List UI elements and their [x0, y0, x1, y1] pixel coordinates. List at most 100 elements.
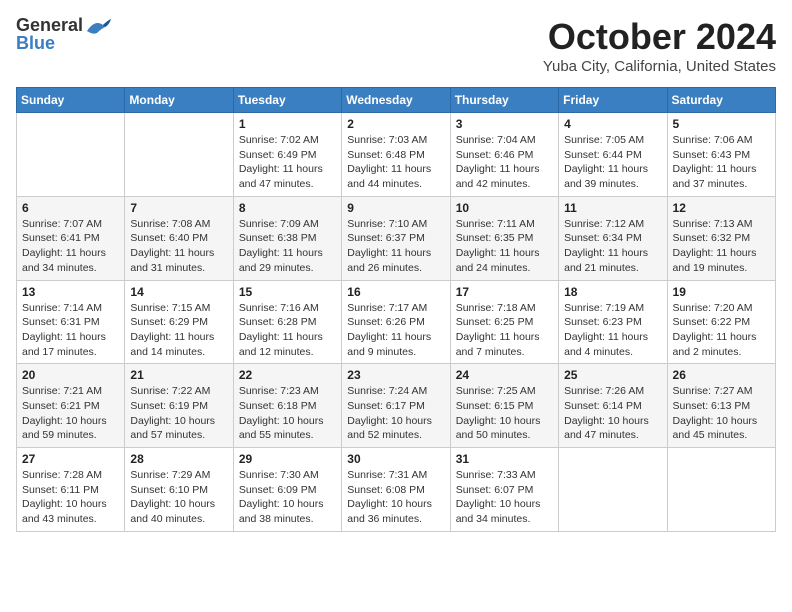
day-number: 13 [22, 285, 119, 299]
calendar-cell: 17 Sunrise: 7:18 AMSunset: 6:25 PMDayligh… [450, 280, 558, 364]
day-info: Sunrise: 7:10 AMSunset: 6:37 PMDaylight:… [347, 217, 444, 276]
calendar-cell [667, 448, 775, 532]
calendar-cell: 6 Sunrise: 7:07 AMSunset: 6:41 PMDaylight… [17, 196, 125, 280]
header-monday: Monday [125, 88, 233, 113]
calendar-cell: 28 Sunrise: 7:29 AMSunset: 6:10 PMDayligh… [125, 448, 233, 532]
day-info: Sunrise: 7:33 AMSunset: 6:07 PMDaylight:… [456, 468, 553, 527]
calendar-cell: 11Sunrise: 7:12 AMSunset: 6:34 PMDayligh… [559, 196, 667, 280]
day-number: 30 [347, 452, 444, 466]
day-number: 15 [239, 285, 336, 299]
calendar-cell: 2 Sunrise: 7:03 AMSunset: 6:48 PMDaylight… [342, 113, 450, 197]
day-info: Sunrise: 7:20 AMSunset: 6:22 PMDaylight:… [673, 301, 770, 360]
calendar-cell: 27 Sunrise: 7:28 AMSunset: 6:11 PMDayligh… [17, 448, 125, 532]
header-thursday: Thursday [450, 88, 558, 113]
day-info: Sunrise: 7:18 AMSunset: 6:25 PMDaylight:… [456, 301, 553, 360]
calendar-cell: 25 Sunrise: 7:26 AMSunset: 6:14 PMDayligh… [559, 364, 667, 448]
day-info: Sunrise: 7:21 AMSunset: 6:21 PMDaylight:… [22, 384, 119, 443]
day-info: Sunrise: 7:29 AMSunset: 6:10 PMDaylight:… [130, 468, 227, 527]
calendar-cell [17, 113, 125, 197]
day-info: Sunrise: 7:24 AMSunset: 6:17 PMDaylight:… [347, 384, 444, 443]
day-number: 16 [347, 285, 444, 299]
day-info: Sunrise: 7:04 AMSunset: 6:46 PMDaylight:… [456, 133, 553, 192]
day-info: Sunrise: 7:28 AMSunset: 6:11 PMDaylight:… [22, 468, 119, 527]
logo-line2: Blue [16, 34, 55, 54]
day-number: 18 [564, 285, 661, 299]
calendar-cell: 16Sunrise: 7:17 AMSunset: 6:26 PMDayligh… [342, 280, 450, 364]
day-info: Sunrise: 7:27 AMSunset: 6:13 PMDaylight:… [673, 384, 770, 443]
calendar-cell: 13 Sunrise: 7:14 AMSunset: 6:31 PMDayligh… [17, 280, 125, 364]
day-info: Sunrise: 7:16 AMSunset: 6:28 PMDaylight:… [239, 301, 336, 360]
calendar-cell: 31 Sunrise: 7:33 AMSunset: 6:07 PMDayligh… [450, 448, 558, 532]
logo-bird-icon [85, 17, 113, 35]
day-info: Sunrise: 7:13 AMSunset: 6:32 PMDaylight:… [673, 217, 770, 276]
calendar-cell: 21Sunrise: 7:22 AMSunset: 6:19 PMDayligh… [125, 364, 233, 448]
day-info: Sunrise: 7:03 AMSunset: 6:48 PMDaylight:… [347, 133, 444, 192]
calendar-cell: 7 Sunrise: 7:08 AMSunset: 6:40 PMDaylight… [125, 196, 233, 280]
day-info: Sunrise: 7:06 AMSunset: 6:43 PMDaylight:… [673, 133, 770, 192]
day-number: 27 [22, 452, 119, 466]
header-friday: Friday [559, 88, 667, 113]
calendar-cell: 15 Sunrise: 7:16 AMSunset: 6:28 PMDayligh… [233, 280, 341, 364]
day-number: 25 [564, 368, 661, 382]
day-info: Sunrise: 7:23 AMSunset: 6:18 PMDaylight:… [239, 384, 336, 443]
title-block: October 2024 Yuba City, California, Unit… [543, 16, 776, 75]
day-number: 14 [130, 285, 227, 299]
calendar-location: Yuba City, California, United States [543, 58, 776, 75]
day-number: 7 [130, 201, 227, 215]
day-info: Sunrise: 7:14 AMSunset: 6:31 PMDaylight:… [22, 301, 119, 360]
day-info: Sunrise: 7:09 AMSunset: 6:38 PMDaylight:… [239, 217, 336, 276]
calendar-week-row: 13 Sunrise: 7:14 AMSunset: 6:31 PMDayligh… [17, 280, 776, 364]
day-info: Sunrise: 7:22 AMSunset: 6:19 PMDaylight:… [130, 384, 227, 443]
day-number: 12 [673, 201, 770, 215]
calendar-cell: 23 Sunrise: 7:24 AMSunset: 6:17 PMDayligh… [342, 364, 450, 448]
header-sunday: Sunday [17, 88, 125, 113]
day-number: 31 [456, 452, 553, 466]
calendar-cell: 8 Sunrise: 7:09 AMSunset: 6:38 PMDaylight… [233, 196, 341, 280]
calendar-week-row: 6 Sunrise: 7:07 AMSunset: 6:41 PMDaylight… [17, 196, 776, 280]
day-number: 6 [22, 201, 119, 215]
header-saturday: Saturday [667, 88, 775, 113]
day-info: Sunrise: 7:15 AMSunset: 6:29 PMDaylight:… [130, 301, 227, 360]
day-number: 19 [673, 285, 770, 299]
calendar-title: October 2024 [543, 16, 776, 58]
day-info: Sunrise: 7:07 AMSunset: 6:41 PMDaylight:… [22, 217, 119, 276]
day-number: 8 [239, 201, 336, 215]
calendar-cell: 30 Sunrise: 7:31 AMSunset: 6:08 PMDayligh… [342, 448, 450, 532]
header-wednesday: Wednesday [342, 88, 450, 113]
calendar-cell: 26 Sunrise: 7:27 AMSunset: 6:13 PMDayligh… [667, 364, 775, 448]
day-info: Sunrise: 7:30 AMSunset: 6:09 PMDaylight:… [239, 468, 336, 527]
calendar-cell: 10Sunrise: 7:11 AMSunset: 6:35 PMDayligh… [450, 196, 558, 280]
header-tuesday: Tuesday [233, 88, 341, 113]
day-number: 5 [673, 117, 770, 131]
day-info: Sunrise: 7:26 AMSunset: 6:14 PMDaylight:… [564, 384, 661, 443]
day-number: 28 [130, 452, 227, 466]
calendar-cell [559, 448, 667, 532]
day-number: 22 [239, 368, 336, 382]
calendar-cell: 18 Sunrise: 7:19 AMSunset: 6:23 PMDayligh… [559, 280, 667, 364]
day-number: 3 [456, 117, 553, 131]
logo: General Blue [16, 16, 113, 54]
calendar-cell: 1Sunrise: 7:02 AMSunset: 6:49 PMDaylight… [233, 113, 341, 197]
day-info: Sunrise: 7:31 AMSunset: 6:08 PMDaylight:… [347, 468, 444, 527]
calendar-cell: 12 Sunrise: 7:13 AMSunset: 6:32 PMDayligh… [667, 196, 775, 280]
day-number: 24 [456, 368, 553, 382]
day-info: Sunrise: 7:08 AMSunset: 6:40 PMDaylight:… [130, 217, 227, 276]
calendar-cell: 14 Sunrise: 7:15 AMSunset: 6:29 PMDayligh… [125, 280, 233, 364]
day-number: 4 [564, 117, 661, 131]
day-info: Sunrise: 7:25 AMSunset: 6:15 PMDaylight:… [456, 384, 553, 443]
day-number: 20 [22, 368, 119, 382]
day-number: 17 [456, 285, 553, 299]
day-number: 26 [673, 368, 770, 382]
day-info: Sunrise: 7:02 AMSunset: 6:49 PMDaylight:… [239, 133, 336, 192]
calendar-cell: 29Sunrise: 7:30 AMSunset: 6:09 PMDayligh… [233, 448, 341, 532]
day-info: Sunrise: 7:19 AMSunset: 6:23 PMDaylight:… [564, 301, 661, 360]
day-number: 2 [347, 117, 444, 131]
calendar-week-row: 27 Sunrise: 7:28 AMSunset: 6:11 PMDayligh… [17, 448, 776, 532]
page-header: General Blue October 2024 Yuba City, Cal… [16, 16, 776, 75]
calendar-cell: 3 Sunrise: 7:04 AMSunset: 6:46 PMDaylight… [450, 113, 558, 197]
calendar-cell: 24 Sunrise: 7:25 AMSunset: 6:15 PMDayligh… [450, 364, 558, 448]
day-info: Sunrise: 7:11 AMSunset: 6:35 PMDaylight:… [456, 217, 553, 276]
day-number: 23 [347, 368, 444, 382]
calendar-cell: 4Sunrise: 7:05 AMSunset: 6:44 PMDaylight… [559, 113, 667, 197]
calendar-header-row: Sunday Monday Tuesday Wednesday Thursday… [17, 88, 776, 113]
